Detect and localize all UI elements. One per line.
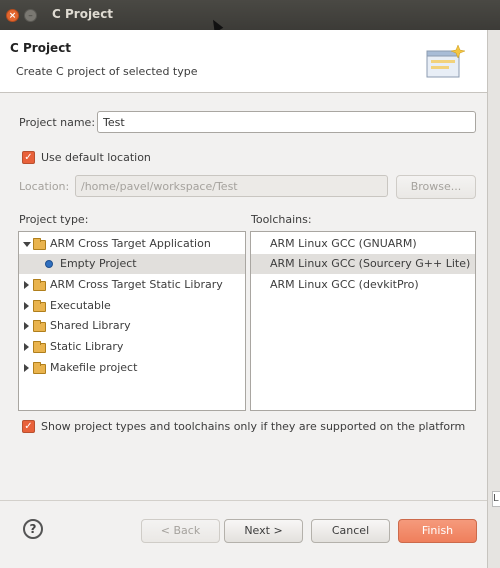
tree-item-executable[interactable]: Executable <box>19 296 245 316</box>
toolchain-label: ARM Linux GCC (GNUARM) <box>270 237 417 250</box>
window-titlebar: × – C Project <box>0 0 500 30</box>
tree-item-label: Empty Project <box>60 257 137 270</box>
window-title: C Project <box>52 7 114 21</box>
folder-icon <box>33 341 46 353</box>
collapse-arrow-icon[interactable] <box>24 281 29 289</box>
tree-item-label: Shared Library <box>50 319 131 332</box>
folder-icon <box>33 279 46 291</box>
back-button[interactable]: < Back <box>141 519 220 543</box>
tree-item-makefile-project[interactable]: Makefile project <box>19 358 245 378</box>
toolchain-label: ARM Linux GCC (devkitPro) <box>270 278 419 291</box>
folder-icon <box>33 362 46 374</box>
folder-icon <box>33 238 46 250</box>
browse-button[interactable]: Browse... <box>396 175 476 199</box>
project-name-label: Project name: <box>19 116 96 129</box>
collapse-arrow-icon[interactable] <box>24 322 29 330</box>
footer-separator <box>0 500 487 501</box>
wizard-header: C Project Create C project of selected t… <box>0 30 487 93</box>
minimize-window-button[interactable]: – <box>24 9 37 22</box>
tree-item-label: Executable <box>50 299 111 312</box>
wizard-description: Create C project of selected type <box>16 65 198 78</box>
collapse-arrow-icon[interactable] <box>24 302 29 310</box>
toolchain-item[interactable]: ARM Linux GCC (Sourcery G++ Lite) <box>251 254 475 274</box>
collapse-arrow-icon[interactable] <box>24 364 29 372</box>
background-window-label: L <box>492 491 500 507</box>
tree-item-label: Static Library <box>50 340 124 353</box>
wizard-title: C Project <box>10 41 72 55</box>
finish-button[interactable]: Finish <box>398 519 477 543</box>
use-default-location-checkbox[interactable]: ✓ <box>22 151 35 164</box>
project-name-input[interactable] <box>97 111 476 133</box>
project-type-tree[interactable]: ARM Cross Target Application Empty Proje… <box>18 231 246 411</box>
tree-item-label: ARM Cross Target Application <box>50 237 211 250</box>
toolchains-label: Toolchains: <box>251 213 312 226</box>
tree-item-label: ARM Cross Target Static Library <box>50 278 223 291</box>
next-button[interactable]: Next > <box>224 519 303 543</box>
tree-item-shared-library[interactable]: Shared Library <box>19 316 245 336</box>
tree-item-label: Makefile project <box>50 361 138 374</box>
tree-item-empty-project[interactable]: Empty Project <box>19 254 245 274</box>
location-input[interactable] <box>75 175 388 197</box>
toolchain-item[interactable]: ARM Linux GCC (GNUARM) <box>251 234 475 254</box>
project-type-label: Project type: <box>19 213 89 226</box>
toolchain-item[interactable]: ARM Linux GCC (devkitPro) <box>251 275 475 295</box>
expand-arrow-icon[interactable] <box>23 242 31 247</box>
location-label: Location: <box>19 180 70 193</box>
tree-item-arm-cross-target-application[interactable]: ARM Cross Target Application <box>19 234 245 254</box>
background-window-strip <box>487 30 500 568</box>
use-default-location-label: Use default location <box>41 151 151 164</box>
help-icon[interactable]: ? <box>23 519 43 539</box>
toolchain-label: ARM Linux GCC (Sourcery G++ Lite) <box>270 257 471 270</box>
folder-icon <box>33 300 46 312</box>
show-supported-only-label: Show project types and toolchains only i… <box>41 420 466 433</box>
bullet-icon <box>45 260 53 268</box>
cancel-button[interactable]: Cancel <box>311 519 390 543</box>
folder-icon <box>33 320 46 332</box>
tree-item-arm-cross-target-static-library[interactable]: ARM Cross Target Static Library <box>19 275 245 295</box>
collapse-arrow-icon[interactable] <box>24 343 29 351</box>
toolchains-list[interactable]: ARM Linux GCC (GNUARM) ARM Linux GCC (So… <box>250 231 476 411</box>
close-window-button[interactable]: × <box>6 9 19 22</box>
show-supported-only-checkbox[interactable]: ✓ <box>22 420 35 433</box>
wizard-banner-icon <box>426 44 465 78</box>
tree-item-static-library[interactable]: Static Library <box>19 337 245 357</box>
